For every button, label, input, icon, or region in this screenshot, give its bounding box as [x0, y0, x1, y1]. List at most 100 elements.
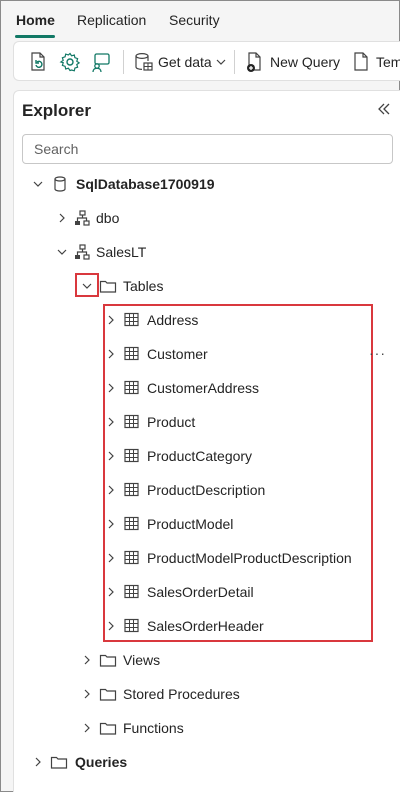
table-label: ProductModelProductDescription — [147, 550, 352, 566]
table-label: SalesOrderDetail — [147, 584, 254, 600]
tab-replication[interactable]: Replication — [77, 12, 146, 28]
toolbar-separator — [234, 50, 235, 74]
table-label: ProductModel — [147, 516, 234, 532]
chevron-right-icon[interactable] — [81, 688, 93, 700]
table-label: ProductCategory — [147, 448, 253, 464]
tree-item-table[interactable]: Product — [14, 407, 392, 437]
schema-icon — [75, 244, 90, 260]
folder-icon — [50, 756, 68, 769]
table-icon — [124, 312, 139, 327]
chevron-right-icon[interactable] — [105, 552, 117, 564]
folder-label: Tables — [123, 278, 164, 294]
chat-person-icon — [92, 53, 110, 73]
database-name: SqlDatabase1700919 — [76, 176, 215, 192]
document-icon — [354, 52, 368, 71]
more-actions-icon[interactable]: ··· — [369, 345, 386, 361]
table-icon — [124, 380, 139, 395]
tree-item-table[interactable]: ProductModel — [14, 509, 392, 539]
chevron-down-icon[interactable] — [56, 246, 68, 258]
chevron-down-icon — [216, 59, 226, 65]
folder-label: Functions — [123, 720, 184, 736]
tree-item-table[interactable]: Customer — [14, 339, 392, 369]
tree-item-table[interactable]: Address — [14, 305, 392, 335]
new-query-icon — [247, 52, 261, 72]
table-label: CustomerAddress — [147, 380, 260, 396]
folder-icon — [99, 688, 117, 701]
copilot-chat-button[interactable] — [90, 50, 112, 74]
ribbon-tabs: Home Replication Security — [1, 1, 399, 39]
chevron-right-icon[interactable] — [105, 450, 117, 462]
schema-label: dbo — [96, 210, 120, 226]
toolbar-separator — [123, 50, 124, 74]
folder-label: Views — [123, 652, 161, 668]
chevron-right-icon[interactable] — [105, 416, 117, 428]
chevron-right-icon[interactable] — [105, 382, 117, 394]
new-query-label: New Query — [270, 54, 341, 70]
get-data-button[interactable]: Get data — [132, 50, 227, 74]
tree-item-folder-stored-procedures[interactable]: Stored Procedures — [14, 679, 392, 709]
database-icon — [135, 52, 153, 71]
highlight-expand-chevron — [75, 273, 99, 297]
tree-item-table[interactable]: CustomerAddress — [14, 373, 392, 403]
tree-item-schema-saleslt[interactable]: SalesLT — [14, 237, 392, 267]
home-toolbar: Get data New Query Temp — [13, 41, 400, 81]
explorer-title: Explorer — [22, 101, 91, 120]
database-icon — [54, 176, 66, 192]
tree-item-table[interactable]: SalesOrderHeader — [14, 611, 392, 641]
tree-item-queries[interactable]: Queries — [14, 747, 392, 777]
queries-label: Queries — [75, 754, 128, 770]
active-tab-indicator — [15, 35, 55, 38]
collapse-pane-icon[interactable] — [376, 101, 392, 117]
tree-item-table[interactable]: ProductCategory — [14, 441, 392, 471]
chevron-right-icon[interactable] — [105, 586, 117, 598]
tree-item-database[interactable]: SqlDatabase1700919 — [14, 169, 392, 199]
chevron-right-icon[interactable] — [105, 518, 117, 530]
tree-item-folder-tables[interactable]: Tables — [14, 271, 392, 301]
tree-item-table[interactable]: SalesOrderDetail — [14, 577, 392, 607]
table-icon — [124, 618, 139, 633]
chevron-right-icon[interactable] — [81, 722, 93, 734]
get-data-label: Get data — [158, 54, 212, 70]
new-query-button[interactable]: New Query — [244, 50, 340, 74]
refresh-document-icon — [31, 52, 45, 71]
chevron-right-icon[interactable] — [105, 348, 117, 360]
chevron-right-icon[interactable] — [105, 620, 117, 632]
chevron-right-icon[interactable] — [105, 314, 117, 326]
explorer-panel: Explorer SqlDatabase1700919 dbo — [13, 90, 400, 792]
tab-home[interactable]: Home — [16, 12, 55, 28]
table-icon — [124, 550, 139, 565]
schema-icon — [75, 210, 90, 226]
template-label: Temp — [376, 54, 400, 70]
table-label: SalesOrderHeader — [147, 618, 264, 634]
tree-item-table[interactable]: ProductDescription — [14, 475, 392, 505]
template-button[interactable]: Temp — [350, 50, 400, 74]
table-label: Address — [147, 312, 199, 328]
app-window: Home Replication Security Get data New Q… — [0, 0, 400, 792]
table-icon — [124, 448, 139, 463]
tree-item-folder-views[interactable]: Views — [14, 645, 392, 675]
folder-icon — [99, 654, 117, 667]
folder-label: Stored Procedures — [123, 686, 240, 702]
chevron-right-icon[interactable] — [56, 212, 68, 224]
table-icon — [124, 516, 139, 531]
table-icon — [124, 584, 139, 599]
schema-label: SalesLT — [96, 244, 147, 260]
folder-icon — [99, 280, 117, 293]
chevron-right-icon[interactable] — [32, 756, 44, 768]
tree-item-folder-functions[interactable]: Functions — [14, 713, 392, 743]
table-icon — [124, 346, 139, 361]
chevron-right-icon[interactable] — [105, 484, 117, 496]
folder-icon — [99, 722, 117, 735]
chevron-down-icon[interactable] — [32, 178, 44, 190]
search-input[interactable] — [22, 134, 393, 164]
tree-item-table[interactable]: ProductModelProductDescription — [14, 543, 392, 573]
tab-security[interactable]: Security — [169, 12, 220, 28]
settings-button[interactable] — [59, 50, 81, 74]
table-label: ProductDescription — [147, 482, 266, 498]
chevron-right-icon[interactable] — [81, 654, 93, 666]
table-icon — [124, 414, 139, 429]
table-icon — [124, 482, 139, 497]
gear-icon — [59, 52, 81, 72]
tree-item-schema-dbo[interactable]: dbo — [14, 203, 392, 233]
refresh-button[interactable] — [27, 50, 49, 74]
